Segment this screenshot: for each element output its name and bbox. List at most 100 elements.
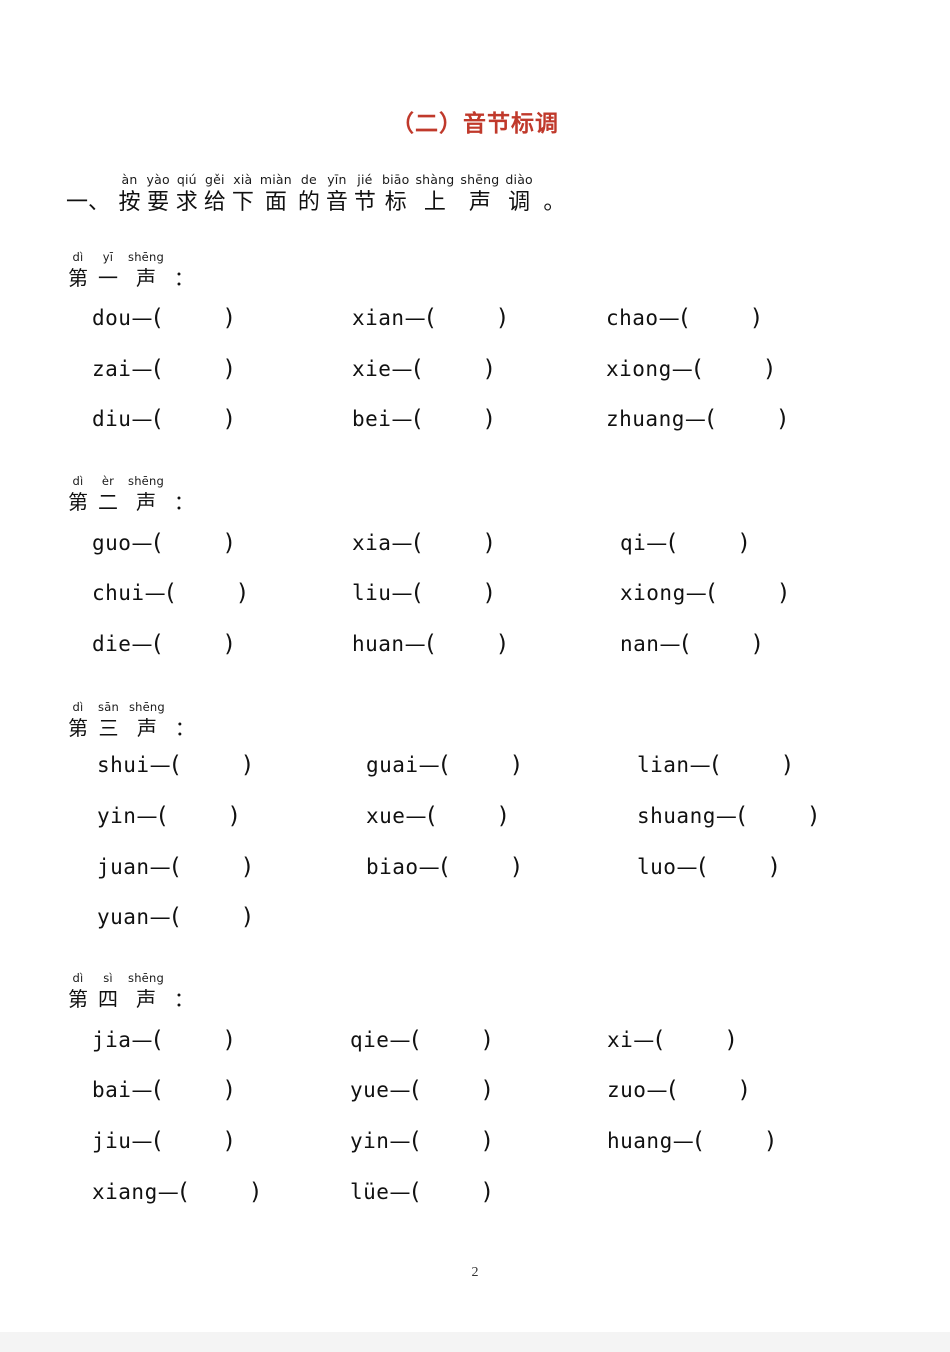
separator-dash: — (149, 753, 172, 777)
answer-blank[interactable] (420, 1028, 482, 1052)
answer-blank[interactable] (162, 1078, 224, 1102)
exercise-item[interactable]: diu—( ) (92, 406, 234, 432)
answer-paren-open: ( (410, 1179, 421, 1205)
ruby-hanzi: 声 (136, 716, 157, 740)
answer-blank[interactable] (436, 804, 498, 828)
exercise-item[interactable]: nan—( ) (620, 631, 762, 657)
exercise-item[interactable]: jiu—( ) (92, 1128, 234, 1154)
exercise-item[interactable]: guo—( ) (92, 530, 234, 556)
exercise-item[interactable]: chui—( ) (92, 580, 247, 606)
exercise-item[interactable]: bei—( ) (352, 406, 494, 432)
exercise-item[interactable]: biao—( ) (366, 854, 521, 880)
answer-paren-close: ) (224, 1128, 234, 1154)
exercise-item[interactable]: die—( ) (92, 631, 234, 657)
ruby-pinyin: shēng (128, 250, 164, 264)
answer-blank[interactable] (176, 581, 238, 605)
exercise-item[interactable]: xue—( ) (366, 803, 508, 829)
ruby-token: shēng 声 (128, 474, 164, 516)
exercise-item[interactable]: qi—( ) (620, 530, 749, 556)
answer-blank[interactable] (747, 804, 809, 828)
answer-blank[interactable] (690, 632, 752, 656)
answer-blank[interactable] (181, 905, 243, 929)
answer-blank[interactable] (703, 357, 765, 381)
answer-blank[interactable] (162, 357, 224, 381)
exercise-item[interactable]: chao—( ) (606, 305, 761, 331)
answer-blank[interactable] (162, 632, 224, 656)
syllable-text: zai (92, 357, 132, 381)
answer-blank[interactable] (704, 1129, 766, 1153)
exercise-item[interactable]: yin—( ) (350, 1128, 492, 1154)
exercise-item[interactable]: huang—( ) (607, 1128, 775, 1154)
exercise-item[interactable]: yue—( ) (350, 1077, 492, 1103)
exercise-item[interactable]: xi—( ) (607, 1027, 736, 1053)
exercise-item[interactable]: huan—( ) (352, 631, 507, 657)
answer-paren-close: ) (242, 752, 253, 778)
answer-paren-open: ( (667, 1077, 678, 1103)
exercise-item[interactable]: lüe—( ) (350, 1179, 492, 1205)
exercise-item[interactable]: zai—( ) (92, 356, 234, 382)
exercise-item[interactable]: zuo—( ) (607, 1077, 749, 1103)
exercise-item[interactable]: xiang—( ) (92, 1179, 260, 1205)
exercise-item[interactable]: yin—( ) (97, 803, 239, 829)
ruby-token: jié 节 (354, 172, 376, 218)
answer-blank[interactable] (189, 1180, 251, 1204)
answer-blank[interactable] (181, 753, 243, 777)
answer-blank[interactable] (716, 407, 778, 431)
answer-blank[interactable] (422, 357, 484, 381)
answer-blank[interactable] (707, 855, 769, 879)
answer-blank[interactable] (162, 531, 224, 555)
answer-paren-close: ) (484, 406, 494, 432)
syllable-text: zhuang (606, 407, 685, 431)
separator-dash: — (144, 581, 167, 605)
answer-blank[interactable] (422, 581, 484, 605)
answer-blank[interactable] (436, 306, 498, 330)
exercise-item[interactable]: liu—( ) (352, 580, 494, 606)
answer-blank[interactable] (420, 1180, 482, 1204)
answer-paren-close: ) (764, 356, 775, 382)
exercise-item[interactable]: luo—( ) (637, 854, 779, 880)
answer-blank[interactable] (721, 753, 783, 777)
answer-blank[interactable] (450, 753, 512, 777)
answer-blank[interactable] (677, 531, 739, 555)
answer-blank[interactable] (690, 306, 752, 330)
exercise-item[interactable]: xia—( ) (352, 530, 494, 556)
answer-blank[interactable] (162, 1129, 224, 1153)
exercise-item[interactable]: qie—( ) (350, 1027, 492, 1053)
exercise-item[interactable]: yuan—( ) (97, 904, 252, 930)
ruby-pinyin: gěi (204, 172, 225, 187)
exercise-item[interactable]: juan—( ) (97, 854, 252, 880)
exercise-item[interactable]: xiong—( ) (620, 580, 788, 606)
answer-blank[interactable] (422, 531, 484, 555)
exercise-item[interactable]: shuang—( ) (637, 803, 818, 829)
exercise-item[interactable]: dou—( ) (92, 305, 234, 331)
answer-blank[interactable] (664, 1028, 726, 1052)
exercise-item[interactable]: jia—( ) (92, 1027, 234, 1053)
answer-blank[interactable] (162, 306, 224, 330)
exercise-item[interactable]: lian—( ) (637, 752, 792, 778)
answer-blank[interactable] (167, 804, 229, 828)
exercise-item[interactable]: zhuang—( ) (606, 406, 787, 432)
ruby-token: shàng 上 (415, 172, 454, 218)
ruby-hanzi: 三 (98, 716, 119, 740)
answer-blank[interactable] (677, 1078, 739, 1102)
answer-blank[interactable] (717, 581, 779, 605)
exercise-item[interactable]: bai—( ) (92, 1077, 234, 1103)
answer-blank[interactable] (162, 1028, 224, 1052)
answer-blank[interactable] (420, 1129, 482, 1153)
exercise-item[interactable]: xie—( ) (352, 356, 494, 382)
answer-paren-close: ) (237, 580, 248, 606)
answer-paren-open: ( (152, 406, 163, 432)
answer-blank[interactable] (436, 632, 498, 656)
exercise-item[interactable]: xian—( ) (352, 305, 507, 331)
answer-blank[interactable] (422, 407, 484, 431)
answer-blank[interactable] (181, 855, 243, 879)
exercise-item[interactable]: shui—( ) (97, 752, 252, 778)
answer-paren-open: ( (654, 1027, 665, 1053)
exercise-item[interactable]: xiong—( ) (606, 356, 774, 382)
answer-blank[interactable] (420, 1078, 482, 1102)
exercise-item[interactable]: guai—( ) (366, 752, 521, 778)
answer-blank[interactable] (450, 855, 512, 879)
ruby-hanzi: 第 (68, 266, 88, 290)
answer-blank[interactable] (162, 407, 224, 431)
separator-dash: — (646, 531, 668, 555)
